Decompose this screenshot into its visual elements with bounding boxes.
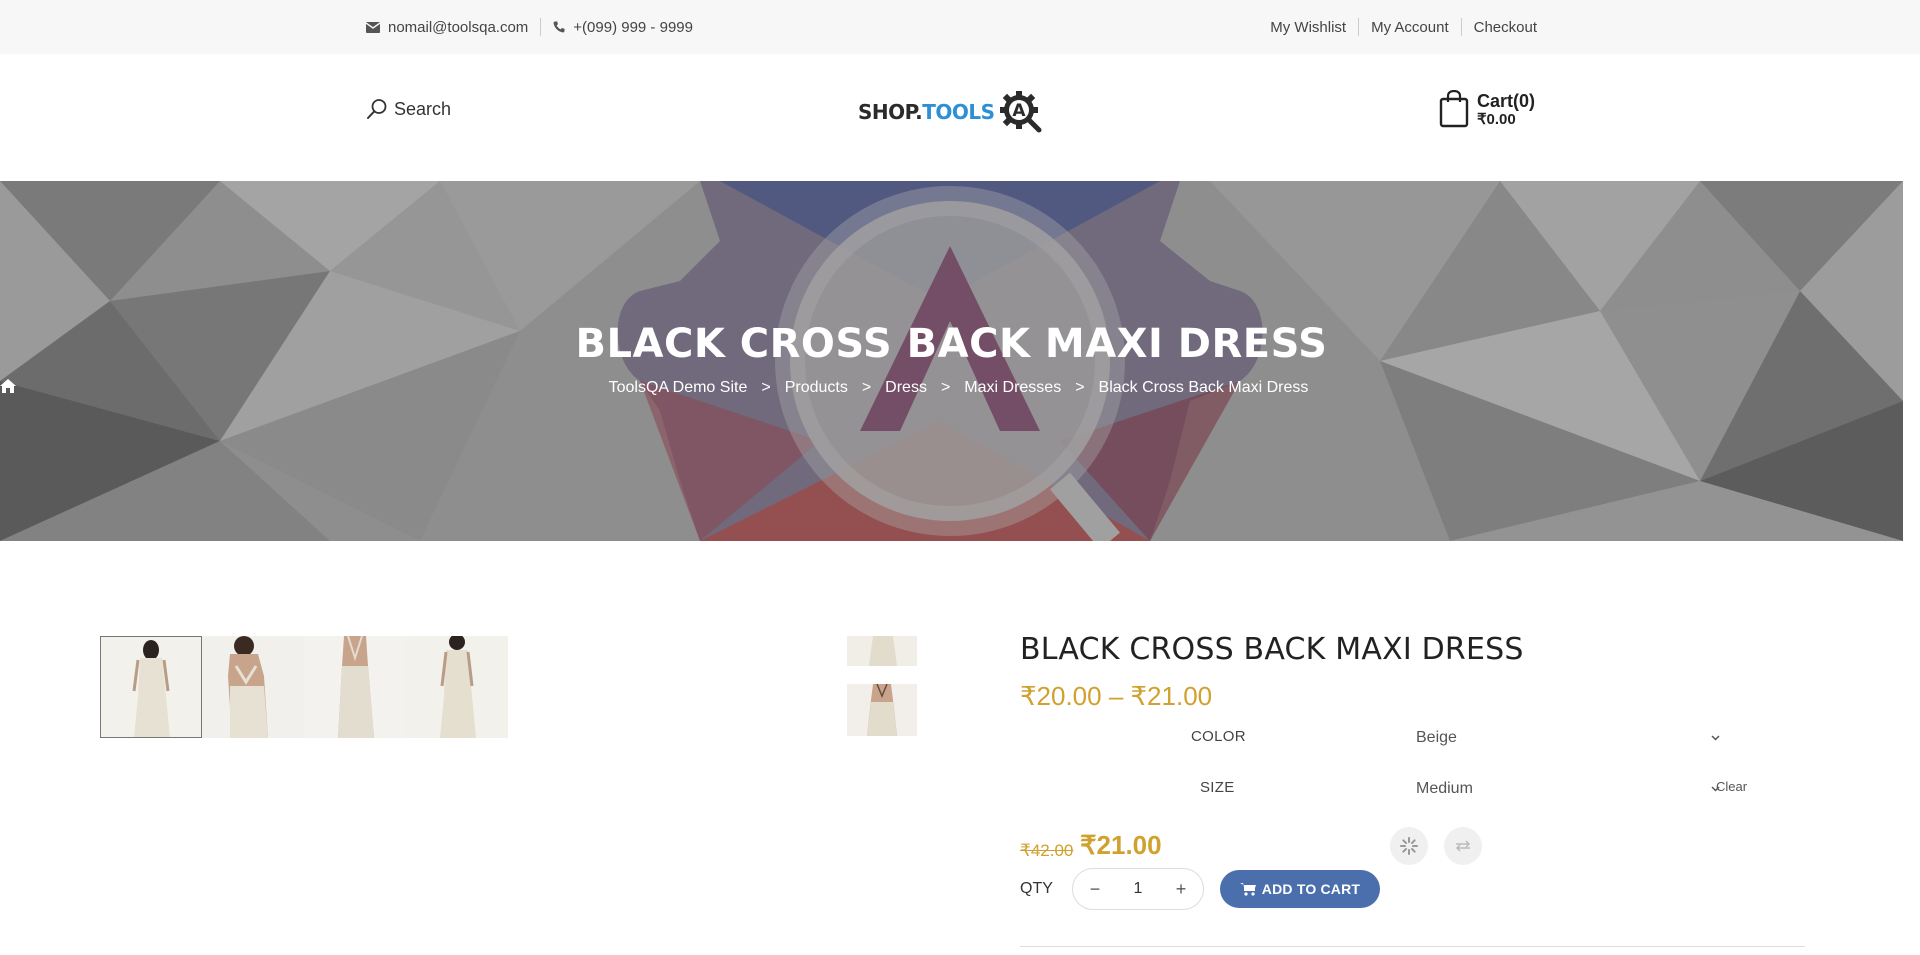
side-thumbnail[interactable] [847,636,917,666]
regular-price: ₹42.00 [1020,841,1074,860]
site-logo[interactable]: SHOP.TOOLS A [858,90,1043,134]
envelope-icon [366,21,380,33]
product-thumbnail[interactable] [304,636,406,738]
phone-icon [553,21,565,33]
breadcrumb-separator: > [1075,379,1085,396]
contact-phone-text: +(099) 999 - 9999 [573,18,693,36]
variation-row-size: SIZE Medium Clear [1020,765,1805,816]
clear-variations-link[interactable]: Clear [1716,779,1747,794]
size-selected-value: Medium [1416,780,1473,797]
size-label: SIZE [1200,779,1235,796]
product-thumbnail[interactable] [202,636,304,738]
color-label: COLOR [1191,728,1246,745]
variation-price-row: ₹42.00 ₹21.00 [1020,824,1805,868]
cart-total: ₹0.00 [1477,110,1516,128]
my-wishlist-link[interactable]: My Wishlist [1270,19,1346,36]
header-cart[interactable]: Cart(0) ₹0.00 [1439,90,1535,128]
breadcrumb-current: Black Cross Back Maxi Dress [1098,379,1309,396]
checkout-link[interactable]: Checkout [1474,19,1537,36]
svg-text:A: A [1012,101,1026,121]
summary-divider [1020,946,1805,947]
cart-count: Cart(0) [1477,90,1536,111]
color-selected-value: Beige [1416,729,1457,746]
page-title: BLACK CROSS BACK MAXI DRESS [575,321,1328,367]
quantity-stepper: − + [1072,868,1204,910]
qty-input[interactable] [1118,880,1158,898]
breadcrumb-separator: > [861,379,872,396]
product-thumbnail-strip [100,636,508,738]
divider [1460,18,1462,36]
product-title: BLACK CROSS BACK MAXI DRESS [1020,632,1524,667]
compare-button[interactable] [1444,827,1482,865]
add-to-wishlist-button[interactable] [1390,827,1428,865]
wishlist-loading-icon [1399,836,1419,856]
product-summary: BLACK CROSS BACK MAXI DRESS ₹20.00 – ₹21… [1020,632,1805,912]
contact-email[interactable]: nomail@toolsqa.com [366,19,528,36]
cart-icon [1239,882,1256,896]
color-select[interactable]: Beige [1416,722,1728,754]
qty-increase-button[interactable]: + [1173,879,1189,900]
side-thumbnail[interactable] [847,684,917,736]
breadcrumb-separator: > [761,379,771,396]
divider [540,18,542,36]
search-label: Search [394,98,452,119]
add-to-cart-label: ADD TO CART [1261,881,1361,897]
breadcrumb-home[interactable]: ToolsQA Demo Site [609,379,748,397]
add-to-cart-row: QTY − + ADD TO CART [1020,868,1805,912]
compare-icon [1454,840,1472,852]
contact-phone[interactable]: +(099) 999 - 9999 [553,19,693,36]
side-thumbnail-list [847,636,917,736]
product-thumbnail[interactable] [406,636,508,738]
variation-row-color: COLOR Beige [1020,714,1805,765]
my-account-link[interactable]: My Account [1371,19,1449,36]
breadcrumb-products[interactable]: Products [785,379,848,397]
breadcrumb: ToolsQA Demo Site > Products > Dress > M… [0,379,1903,397]
add-to-cart-button[interactable]: ADD TO CART [1220,870,1380,908]
search-button[interactable]: Search [366,98,451,120]
gear-logo-icon: A [999,90,1043,134]
qty-label: QTY [1020,880,1053,897]
contact-email-text: nomail@toolsqa.com [388,18,529,36]
page-banner: BLACK CROSS BACK MAXI DRESS ToolsQA Demo… [0,181,1903,541]
chevron-down-icon [1711,732,1720,744]
breadcrumb-maxi-dresses[interactable]: Maxi Dresses [964,379,1061,397]
breadcrumb-separator: > [940,379,951,396]
product-price-range: ₹20.00 – ₹21.00 [1020,681,1213,711]
divider [1358,18,1360,36]
cart-bag-icon [1439,90,1469,128]
logo-text: SHOP.TOOLS [858,100,995,124]
breadcrumb-dress[interactable]: Dress [885,379,927,397]
search-icon [366,98,388,120]
product-thumbnail[interactable] [100,636,202,738]
qty-decrease-button[interactable]: − [1087,879,1103,900]
site-header: Search SHOP.TOOLS A Cart(0) ₹0.00 [0,54,1920,181]
size-select[interactable]: Medium [1416,773,1728,805]
sale-price: ₹21.00 [1080,830,1162,860]
top-bar: nomail@toolsqa.com +(099) 999 - 9999 My … [0,0,1920,54]
